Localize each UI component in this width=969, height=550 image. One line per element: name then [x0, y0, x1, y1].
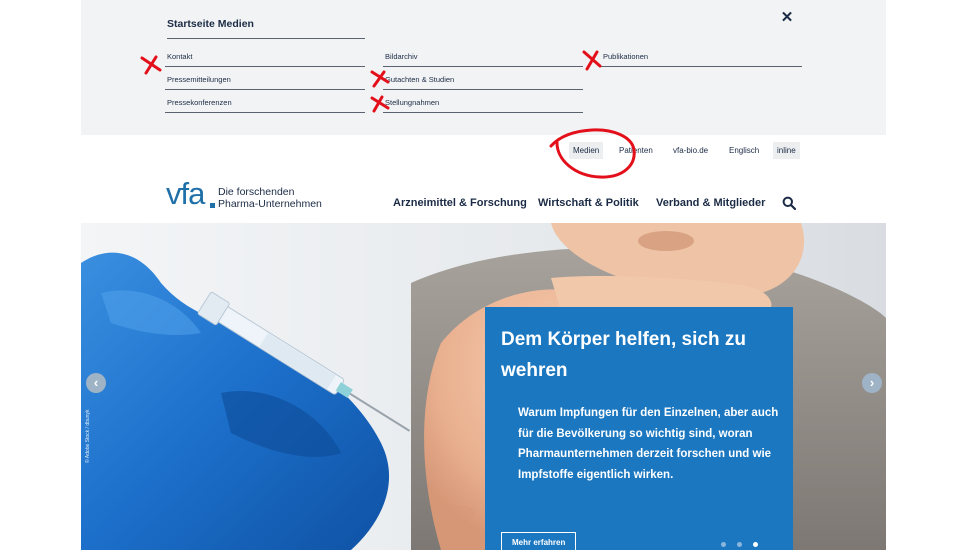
- photo-credit: © Adobe Stock / dbunyk: [85, 409, 91, 463]
- logo-tagline: Die forschenden Pharma-Unternehmen: [218, 186, 322, 210]
- mehr-erfahren-button[interactable]: Mehr erfahren: [501, 532, 577, 550]
- hero-teaser-box: Dem Körper helfen, sich zu wehren Warum …: [485, 307, 793, 550]
- close-icon[interactable]: ✕: [778, 9, 796, 27]
- logo-tagline-line1: Die forschenden: [218, 186, 295, 198]
- menu-link-publikationen[interactable]: Publikationen: [601, 47, 802, 67]
- logo-mark: vfa: [166, 176, 205, 211]
- service-link-medien[interactable]: Medien: [569, 142, 604, 159]
- chevron-right-icon[interactable]: ›: [862, 373, 882, 393]
- nav-wirtschaft-politik[interactable]: Wirtschaft & Politik: [538, 197, 639, 209]
- hero-text: Warum Impfungen für den Einzelnen, aber …: [518, 407, 779, 481]
- media-mega-menu: Startseite Medien ✕ Kontakt Pressemittei…: [81, 0, 886, 135]
- service-link-patienten[interactable]: Patienten: [619, 142, 653, 159]
- page: Startseite Medien ✕ Kontakt Pressemittei…: [0, 0, 969, 550]
- hero-slider: ‹ › © Adobe Stock / dbunyk Dem Körper he…: [81, 223, 886, 550]
- logo-dot: [210, 203, 215, 208]
- mega-menu-title[interactable]: Startseite Medien: [167, 18, 254, 30]
- menu-link-gutachten-studien[interactable]: Gutachten & Studien: [383, 70, 583, 90]
- nav-verband-mitglieder[interactable]: Verband & Mitglieder: [656, 197, 765, 209]
- logo-tagline-line2: Pharma-Unternehmen: [218, 198, 322, 210]
- service-link-vfa-bio[interactable]: vfa-bio.de: [673, 142, 708, 159]
- slider-dot-1[interactable]: [721, 542, 726, 547]
- website: Startseite Medien ✕ Kontakt Pressemittei…: [81, 0, 886, 550]
- menu-link-stellungnahmen[interactable]: Stellungnahmen: [383, 93, 583, 113]
- service-link-inline[interactable]: inline: [773, 142, 800, 159]
- menu-link-bildarchiv[interactable]: Bildarchiv: [383, 47, 583, 67]
- hero-title: Dem Körper helfen, sich zu wehren: [501, 329, 746, 381]
- slider-dot-3[interactable]: [753, 542, 758, 547]
- chevron-left-icon[interactable]: ‹: [86, 373, 106, 393]
- service-link-englisch[interactable]: Englisch: [729, 142, 759, 159]
- nav-arzneimittel-forschung[interactable]: Arzneimittel & Forschung: [393, 197, 527, 209]
- menu-link-pressekonferenzen[interactable]: Pressekonferenzen: [165, 93, 365, 113]
- menu-link-pressemitteilungen[interactable]: Pressemitteilungen: [165, 70, 365, 90]
- search-icon[interactable]: [782, 196, 797, 211]
- slider-dot-2[interactable]: [737, 542, 742, 547]
- mega-menu-title-divider: [167, 38, 365, 39]
- menu-link-kontakt[interactable]: Kontakt: [165, 47, 365, 67]
